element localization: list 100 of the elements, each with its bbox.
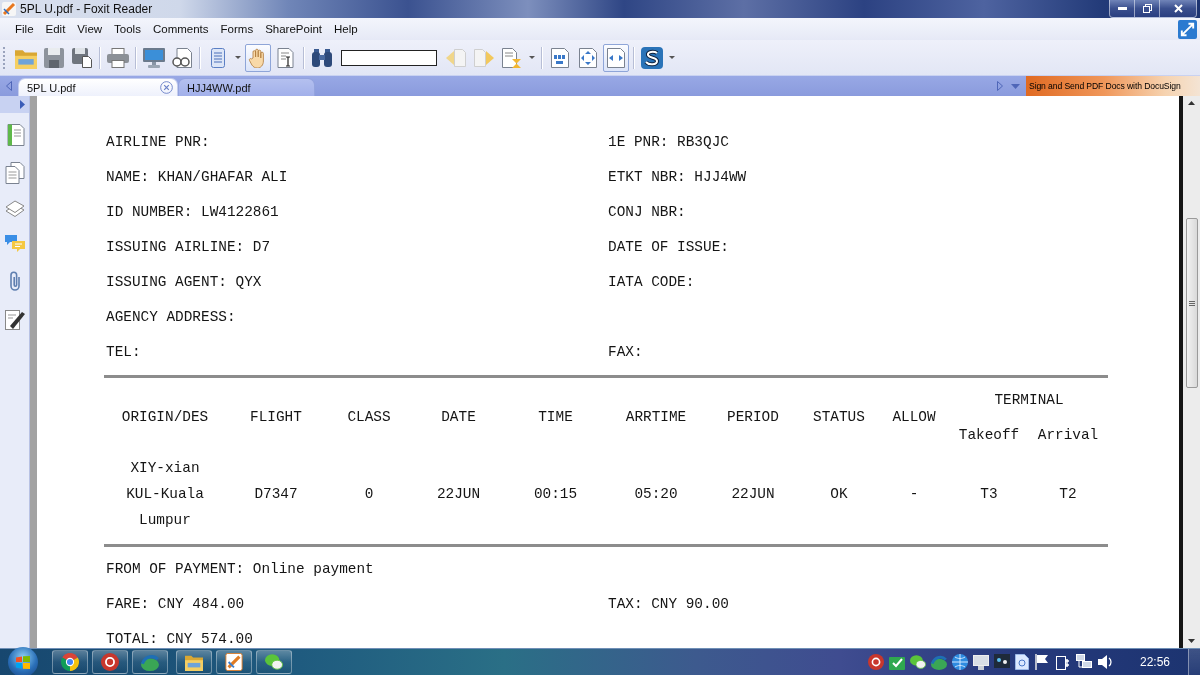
field-text: ID NUMBER: LW4122861 [106, 203, 280, 222]
taskbar-button[interactable] [132, 650, 168, 674]
field-text: TOTAL: CNY 574.00 [106, 630, 254, 648]
field-text: FROM OF PAYMENT: Online payment [106, 560, 375, 579]
chat-bubbles-icon[interactable] [909, 654, 926, 670]
taskbar-button[interactable] [216, 650, 252, 674]
field-text: AGENCY ADDRESS: [106, 308, 237, 327]
close-button[interactable] [1159, 0, 1197, 18]
monitor-icon[interactable] [972, 654, 989, 670]
globe-icon[interactable] [951, 654, 968, 670]
speech-bubbles-icon[interactable] [4, 234, 25, 254]
paperclip-icon[interactable] [8, 270, 21, 292]
menu-item[interactable]: Tools [114, 23, 141, 35]
ring-app-icon [101, 653, 119, 671]
menu-item[interactable]: Edit [45, 23, 66, 35]
chat-bubbles-icon [265, 653, 283, 671]
clock[interactable]: 22:56 [1139, 655, 1170, 669]
field-text: TEL: [106, 343, 142, 362]
document-icon[interactable] [1014, 654, 1029, 670]
minimize-icon [1117, 7, 1127, 10]
minimize-button[interactable] [1109, 0, 1135, 18]
fullscreen-icon[interactable] [1178, 19, 1197, 39]
page-lines-icon [211, 47, 225, 68]
field-text: IATA CODE: [608, 273, 696, 292]
panel-toggle-button[interactable] [0, 96, 29, 113]
scroll-down-icon[interactable] [1188, 639, 1195, 643]
column-group-header: TERMINAL [994, 390, 1064, 410]
field-text: NAME: KHAN/GHAFAR ALI [106, 168, 289, 187]
page-dots-icon [551, 47, 569, 68]
field-text: AIRLINE PNR: [106, 133, 211, 152]
tile-app-icon [225, 653, 243, 671]
printer-icon [107, 47, 129, 68]
table-cell-text: - [909, 485, 919, 504]
table-cell-text: OK [830, 485, 848, 504]
column-header: STATUS [813, 408, 865, 427]
hand-tool-button[interactable] [245, 43, 271, 72]
field-text: DATE OF ISSUE: [608, 238, 730, 257]
menu-item[interactable]: Comments [152, 23, 209, 35]
column-header: ARRTIME [625, 408, 687, 427]
page-glasses-icon [172, 47, 192, 68]
dropdown-caret-icon[interactable] [669, 56, 675, 59]
monitor-icon [143, 47, 165, 68]
show-desktop-button[interactable] [1188, 649, 1200, 675]
document-tab[interactable]: 5PL U.pdf [18, 78, 178, 96]
table-cell-text: 22JUN [436, 485, 481, 504]
bookmark-page-icon[interactable] [4, 124, 25, 146]
column-header: ORIGIN/DES [121, 408, 209, 427]
table-cell-text: 05:20 [634, 485, 678, 504]
taskbar-button[interactable] [92, 650, 128, 674]
table-cell-text: 22JUN [731, 485, 775, 504]
taskbar-button[interactable] [52, 650, 88, 674]
field-text: ETKT NBR: HJJ4WW [608, 168, 748, 187]
table-cell-text: 0 [364, 485, 374, 504]
menu-item[interactable]: Help [334, 23, 358, 35]
ring-app-icon[interactable] [867, 654, 884, 670]
document-tab[interactable]: HJJ4WW.pdf [178, 78, 315, 96]
taskbar-button[interactable] [176, 650, 212, 674]
fit-width-icon [607, 47, 625, 68]
menu-item[interactable]: File [15, 23, 34, 35]
network-icon[interactable] [1075, 654, 1092, 670]
search-field[interactable] [341, 49, 437, 66]
layers-icon[interactable] [4, 200, 25, 218]
table-cell-text: D7347 [254, 485, 298, 504]
check-folder-icon[interactable] [888, 654, 905, 670]
fit-page-icon [579, 47, 597, 68]
field-text: FAX: [608, 343, 644, 362]
column-header: ALLOW [892, 408, 936, 427]
column-header: CLASS [347, 408, 391, 427]
restore-icon [1142, 4, 1152, 13]
scrollbar[interactable] [1183, 96, 1200, 648]
taskbar-button[interactable] [256, 650, 292, 674]
app-logo-icon [2, 2, 16, 16]
field-text: CONJ NBR: [608, 203, 687, 222]
close-tab-icon[interactable] [160, 81, 173, 94]
field-text: 1E PNR: RB3QJC [608, 133, 730, 152]
table-cell-text: XIY-xian KUL-Kuala Lumpur [126, 459, 204, 530]
plug-icon[interactable] [1054, 654, 1071, 670]
scroll-thumb[interactable] [1185, 218, 1198, 388]
speaker-icon[interactable] [1096, 654, 1113, 670]
promo-banner[interactable]: Sign and Send PDF Docs with DocuSign [1026, 76, 1200, 96]
column-header: Takeoff [958, 425, 1020, 445]
flag-icon[interactable] [1033, 654, 1050, 670]
right-arrow-page-icon [474, 48, 494, 67]
fit-width-button[interactable] [603, 43, 629, 72]
scroll-up-icon[interactable] [1188, 101, 1195, 105]
pages-icon[interactable] [4, 162, 25, 184]
dropdown-caret-icon[interactable] [235, 56, 241, 59]
menu-item[interactable]: Forms [220, 23, 254, 35]
column-header: FLIGHT [250, 408, 302, 427]
menu-item[interactable]: SharePoint [265, 23, 323, 35]
page-pen-icon[interactable] [4, 308, 25, 330]
text-cursor-page-icon [277, 47, 295, 68]
start-button[interactable] [8, 647, 38, 675]
screen-icon[interactable] [993, 654, 1010, 670]
dropdown-caret-icon[interactable] [529, 56, 535, 59]
table-cell-text: T2 [1059, 485, 1077, 504]
window-title: 5PL U.pdf - Foxit Reader [20, 2, 153, 16]
floppy-disk-page-icon [72, 47, 92, 68]
menu-item[interactable]: View [77, 23, 103, 35]
restore-button[interactable] [1134, 0, 1160, 18]
